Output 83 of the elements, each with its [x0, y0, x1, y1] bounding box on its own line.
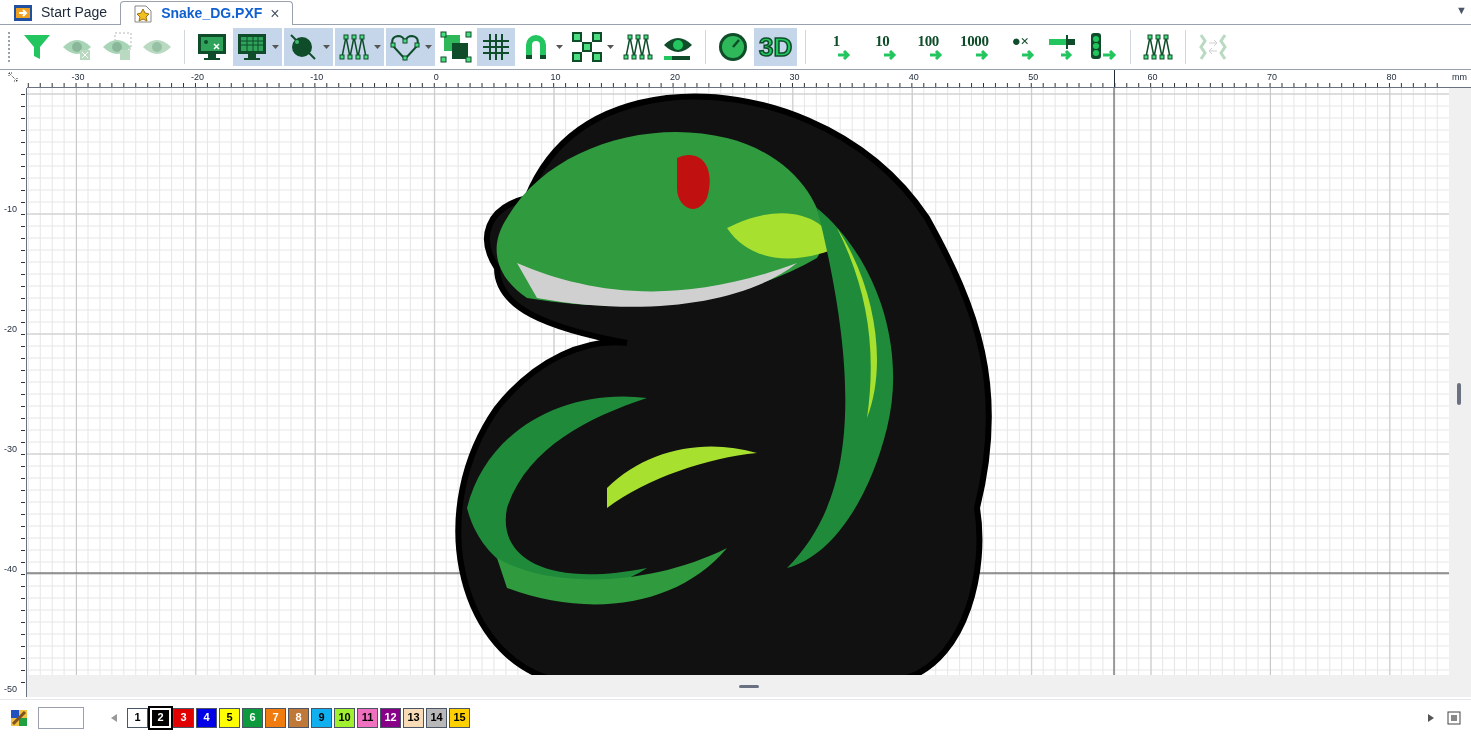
stitch-icon [622, 31, 654, 63]
thread-color-swatch[interactable]: 3 [173, 707, 194, 728]
ruler-unit-label: mm [1452, 71, 1467, 84]
arrow-icon [1021, 48, 1036, 61]
step-count-label: 100 [917, 33, 939, 49]
toolbar-button[interactable] [437, 28, 475, 66]
thread-color-swatch[interactable]: 11 [357, 707, 378, 728]
dropdown-caret-icon[interactable] [556, 45, 563, 49]
thread-input-field[interactable] [38, 706, 84, 729]
step-count-label: 10 [875, 33, 890, 49]
ruler-label: 70 [1267, 71, 1277, 84]
ruler-label: 40 [908, 71, 919, 84]
thread-color-swatch[interactable]: 5 [219, 707, 240, 728]
toolbar-button[interactable]: 10 [860, 28, 905, 66]
step-count-label: ●× [1011, 33, 1029, 49]
crosshair-marker [1114, 70, 1115, 87]
dropdown-caret-icon[interactable] [272, 45, 279, 49]
ruler-label: -20 [190, 71, 204, 84]
dropdown-caret-icon[interactable] [607, 45, 614, 49]
toolbar-button[interactable] [284, 28, 333, 66]
arrow-icon [883, 48, 898, 61]
thread-color-swatch[interactable]: 12 [380, 707, 401, 728]
stitch-icon [338, 31, 370, 63]
splitter-handle[interactable] [739, 684, 759, 688]
tab-menu-icon[interactable]: ▼ [1456, 2, 1467, 19]
thread-color-swatch[interactable]: 8 [288, 707, 309, 728]
ruler-label: 20 [670, 71, 680, 84]
ruler-label: -40 [4, 563, 17, 577]
dropdown-caret-icon[interactable] [323, 45, 330, 49]
ruler-label: 30 [789, 71, 800, 84]
toolbar-button[interactable] [477, 28, 515, 66]
thread-color-swatch[interactable]: 13 [403, 707, 424, 728]
toolbar-button[interactable] [386, 28, 435, 66]
ruler-label: 50 [1028, 71, 1039, 84]
gauge-icon [717, 31, 749, 63]
eye-icon [101, 31, 133, 63]
ruler-label: -10 [4, 203, 17, 217]
close-icon[interactable]: × [270, 1, 280, 26]
thread-color-swatch[interactable]: 15 [449, 707, 470, 728]
ruler-label: 80 [1386, 71, 1397, 84]
fit-view-icon[interactable] [1447, 710, 1461, 725]
thread-color-swatch[interactable]: 1 [127, 707, 148, 728]
scrollbar-thumb[interactable] [1457, 383, 1461, 405]
ruler-label: -10 [310, 71, 324, 84]
toolbar-button[interactable]: 100 [906, 28, 951, 66]
thread-color-swatch[interactable]: 6 [242, 707, 263, 728]
ruler-label: 0 [433, 71, 439, 84]
ruler-label: -50 [4, 683, 17, 697]
toolbar-button[interactable] [335, 28, 384, 66]
thread-color-swatch[interactable]: 9 [311, 707, 332, 728]
step-count-label: 1000 [960, 33, 989, 49]
design-canvas[interactable] [27, 88, 1449, 675]
toolbar-button[interactable] [233, 28, 282, 66]
dropdown-caret-icon[interactable] [374, 45, 381, 49]
ruler-label: -20 [4, 323, 17, 337]
thread-color-swatch[interactable]: 10 [334, 707, 355, 728]
ruler-label: -30 [4, 443, 17, 457]
toolbar-button[interactable]: 1 [814, 28, 859, 66]
monitor-icon [236, 31, 268, 63]
toolbar-button[interactable]: ●× [998, 28, 1043, 66]
arrow-icon [929, 48, 944, 61]
thread-palette-icon[interactable] [10, 708, 28, 727]
step-count-label: 1 [832, 33, 840, 49]
nodes-icon [571, 31, 603, 63]
monitor-icon [196, 31, 228, 63]
thread-color-swatch[interactable]: 4 [196, 707, 217, 728]
arrow-icon [975, 48, 990, 61]
start-page-icon [13, 3, 33, 22]
thread-color-swatch[interactable]: 14 [426, 707, 447, 728]
snake-embroidery-drawing[interactable] [455, 93, 992, 675]
arrow-icon [837, 48, 852, 61]
stitch-icon [1142, 31, 1175, 63]
dropdown-caret-icon[interactable] [425, 45, 432, 49]
ruler-label: 10 [550, 71, 561, 84]
grid-icon [480, 31, 512, 63]
vertical-scrollbar[interactable] [1449, 88, 1471, 675]
ruler-label: 60 [1147, 71, 1158, 84]
document-tab[interactable]: Snake_DG.PXF × [120, 1, 293, 25]
thread-color-swatch[interactable]: 2 [150, 707, 171, 728]
design-file-icon [133, 4, 154, 23]
ruler-label: -30 [71, 71, 85, 84]
squares-icon [440, 31, 472, 63]
toolbar-button[interactable]: 1000 [952, 28, 997, 66]
